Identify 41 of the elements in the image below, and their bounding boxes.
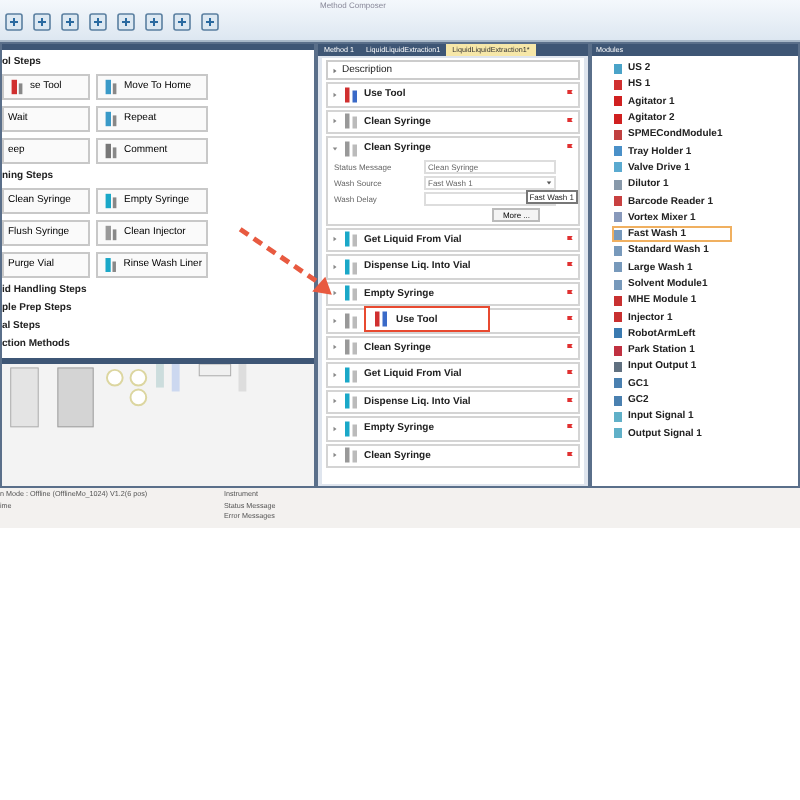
step-icon (102, 255, 120, 274)
toolbar-icon[interactable] (4, 12, 24, 32)
step-icon (342, 284, 360, 303)
step-icon (342, 392, 360, 411)
expander-icon[interactable] (332, 425, 338, 432)
toolbar-icon[interactable] (116, 12, 136, 32)
toolbar-icon[interactable] (200, 12, 220, 32)
step-icon (102, 223, 120, 242)
step-icon (102, 191, 120, 210)
expander-icon[interactable] (332, 344, 338, 351)
step-icon (342, 139, 360, 158)
toolbar-icon[interactable] (144, 12, 164, 32)
step-icon (8, 77, 26, 96)
expander-icon[interactable] (332, 371, 338, 378)
expander-icon[interactable] (332, 317, 338, 324)
toolbar-icon[interactable] (60, 12, 80, 32)
drag-arrow (236, 226, 336, 298)
step-icon (342, 112, 360, 131)
dropdown-icon[interactable] (546, 179, 552, 185)
step-icon (102, 141, 120, 160)
step-icon (342, 85, 360, 104)
step-icon (342, 419, 360, 438)
tool-icon (372, 310, 390, 328)
step-icon (342, 257, 360, 276)
expander-icon[interactable] (332, 263, 338, 270)
toolbar-icon[interactable] (88, 12, 108, 32)
expander-icon[interactable] (332, 290, 338, 297)
expander-icon[interactable] (332, 91, 338, 98)
expander-icon[interactable] (332, 452, 338, 459)
step-icon (342, 446, 360, 465)
step-icon (102, 109, 120, 128)
step-icon (342, 338, 360, 357)
step-icon (342, 365, 360, 384)
step-icon (102, 77, 120, 96)
toolbar-icon[interactable] (32, 12, 52, 32)
expander-icon[interactable] (332, 398, 338, 405)
expander-icon[interactable] (332, 118, 338, 125)
step-icon (342, 311, 360, 330)
expander-icon[interactable] (332, 236, 338, 243)
step-icon (342, 230, 360, 249)
toolbar-icon[interactable] (172, 12, 192, 32)
